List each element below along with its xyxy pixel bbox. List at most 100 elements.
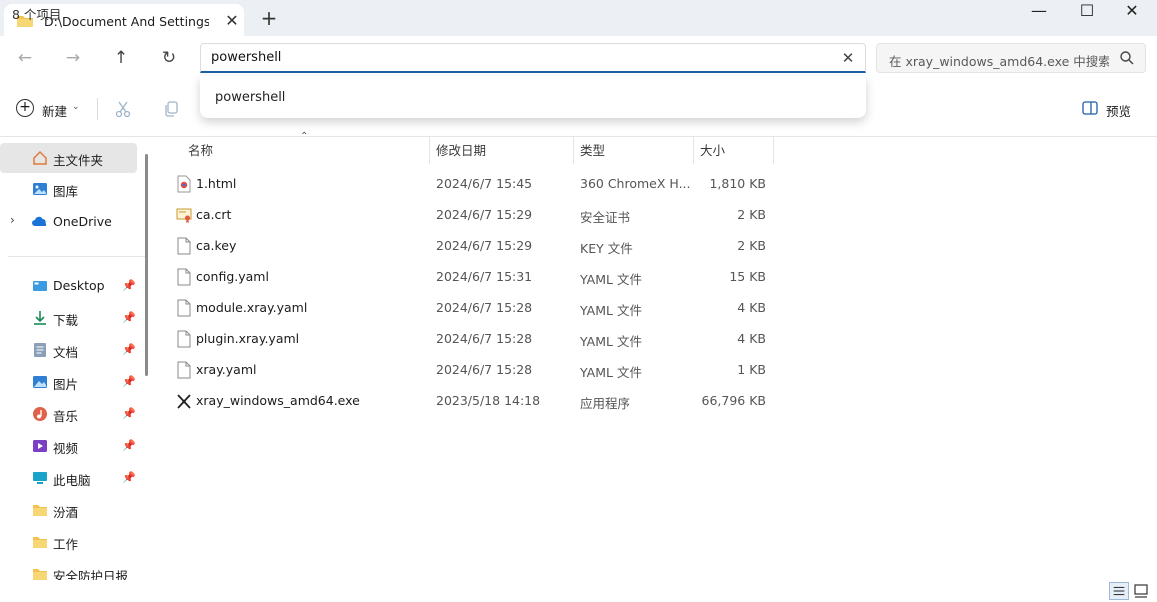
sidebar-scrollbar[interactable] (145, 154, 148, 376)
sidebar-item-music[interactable]: 音乐 📌 (0, 399, 138, 429)
up-button[interactable]: ↑ (106, 45, 136, 71)
file-row[interactable]: 1.html 2024/6/7 15:45 360 ChromeX H... 1… (164, 168, 774, 199)
file-row[interactable]: module.xray.yaml 2024/6/7 15:28 YAML 文件 … (164, 292, 774, 323)
search-placeholder: 在 xray_windows_amd64.exe 中搜索 (889, 54, 1109, 69)
pin-icon[interactable]: 📌 (122, 375, 136, 388)
videos-icon (33, 440, 47, 452)
sidebar-divider (8, 256, 148, 257)
search-icon[interactable] (1119, 50, 1135, 66)
address-suggestion-dropdown: powershell (200, 76, 866, 118)
file-size: 15 KB (729, 269, 766, 284)
clear-icon[interactable]: ✕ (837, 47, 859, 69)
refresh-button[interactable]: ↻ (154, 45, 184, 71)
file-name: module.xray.yaml (196, 300, 308, 315)
preview-label: 预览 (1106, 104, 1132, 119)
pin-icon[interactable]: 📌 (122, 407, 136, 420)
file-row[interactable]: ca.crt 2024/6/7 15:29 安全证书 2 KB (164, 199, 774, 230)
sidebar-item-label: OneDrive (53, 214, 112, 229)
column-divider[interactable] (693, 137, 694, 164)
sidebar-item-label: 汾酒 (53, 505, 79, 520)
cut-icon[interactable] (114, 100, 132, 118)
file-row[interactable]: ca.key 2024/6/7 15:29 KEY 文件 2 KB (164, 230, 774, 261)
column-header-date[interactable]: 修改日期 (436, 140, 486, 164)
new-button[interactable]: + 新建 ⌄ (14, 96, 84, 122)
pin-icon[interactable]: 📌 (122, 343, 136, 356)
back-button[interactable]: ← (10, 45, 40, 71)
new-button-label: 新建 (42, 104, 68, 119)
copy-icon[interactable] (162, 100, 180, 118)
file-icon (177, 268, 191, 286)
sidebar-item-security-daily[interactable]: 安全防护日报 (0, 559, 138, 580)
file-size: 1,810 KB (709, 176, 766, 191)
maximize-button[interactable]: ☐ (1064, 0, 1110, 30)
file-date: 2024/6/7 15:29 (436, 207, 533, 222)
file-row[interactable]: xray.yaml 2024/6/7 15:28 YAML 文件 1 KB (164, 354, 774, 385)
address-input[interactable] (211, 50, 811, 65)
sidebar-item-home[interactable]: 主文件夹 (0, 143, 137, 173)
sidebar-item-label: 视频 (53, 441, 79, 456)
sidebar-item-downloads[interactable]: 下载 📌 (0, 303, 138, 333)
column-header-type[interactable]: 类型 (580, 140, 605, 164)
column-header-name[interactable]: 名称 (188, 140, 213, 164)
computer-icon (33, 472, 47, 484)
pictures-icon (33, 376, 47, 388)
file-type: KEY 文件 (580, 241, 633, 256)
close-window-button[interactable]: ✕ (1109, 0, 1155, 30)
file-size: 2 KB (737, 238, 766, 253)
home-icon (33, 150, 47, 165)
tiles-view-icon[interactable] (1134, 584, 1148, 598)
sidebar-item-label: 主文件夹 (53, 153, 104, 168)
pin-icon[interactable]: 📌 (122, 471, 136, 484)
sidebar-item-videos[interactable]: 视频 📌 (0, 431, 138, 461)
file-type: 安全证书 (580, 210, 631, 225)
file-size: 1 KB (737, 362, 766, 377)
tab-close-icon[interactable]: ✕ (222, 11, 242, 31)
file-name: xray_windows_amd64.exe (196, 393, 360, 408)
file-type: 360 ChromeX H... (580, 176, 691, 191)
column-header-size[interactable]: 大小 (700, 140, 725, 164)
certificate-icon (176, 208, 192, 223)
file-icon (177, 330, 191, 348)
sidebar-item-desktop[interactable]: Desktop 📌 (0, 271, 138, 301)
pin-icon[interactable]: 📌 (122, 279, 136, 292)
file-row[interactable]: xray_windows_amd64.exe 2023/5/18 14:18 应… (164, 385, 774, 416)
sidebar-item-label: 文档 (53, 345, 79, 360)
new-tab-button[interactable]: + (258, 7, 280, 29)
column-divider[interactable] (573, 137, 574, 164)
sidebar-item-label: 音乐 (53, 409, 79, 424)
pin-icon[interactable]: 📌 (122, 311, 136, 324)
file-name: 1.html (196, 176, 237, 191)
file-row[interactable]: config.yaml 2024/6/7 15:31 YAML 文件 15 KB (164, 261, 774, 292)
chevron-right-icon[interactable]: › (10, 213, 15, 227)
details-view-icon[interactable] (1109, 582, 1129, 600)
column-divider[interactable] (773, 137, 774, 164)
preview-button[interactable]: 预览 (1082, 98, 1146, 120)
sidebar-item-fenjiu[interactable]: 汾酒 (0, 495, 138, 525)
sidebar-item-this-pc[interactable]: 此电脑 📌 (0, 463, 138, 493)
file-date: 2024/6/7 15:29 (436, 238, 533, 253)
minimize-button[interactable]: — (1016, 0, 1062, 30)
music-icon (33, 407, 47, 421)
file-row[interactable]: plugin.xray.yaml 2024/6/7 15:28 YAML 文件 … (164, 323, 774, 354)
column-divider[interactable] (429, 137, 430, 164)
file-size: 4 KB (737, 300, 766, 315)
pin-icon[interactable]: 📌 (122, 439, 136, 452)
search-box[interactable]: 在 xray_windows_amd64.exe 中搜索 (876, 43, 1146, 73)
file-name: ca.crt (196, 207, 232, 222)
folder-icon (33, 537, 47, 548)
sidebar-item-work[interactable]: 工作 (0, 527, 138, 557)
file-size: 66,796 KB (701, 393, 766, 408)
sidebar-item-onedrive[interactable]: › OneDrive (0, 207, 138, 237)
sidebar-item-label: 此电脑 (53, 473, 91, 488)
download-icon (34, 311, 46, 325)
file-name: ca.key (196, 238, 237, 253)
forward-button[interactable]: → (58, 45, 88, 71)
sidebar-item-documents[interactable]: 文档 📌 (0, 335, 138, 365)
address-bar[interactable]: ✕ (200, 43, 866, 73)
file-icon (177, 299, 191, 317)
sidebar-item-pictures[interactable]: 图片 📌 (0, 367, 138, 397)
sidebar-item-gallery[interactable]: 图库 (0, 174, 138, 204)
plus-circle-icon: + (16, 99, 34, 117)
suggestion-item[interactable]: powershell (215, 90, 285, 105)
sidebar-item-label: 图库 (53, 184, 79, 199)
